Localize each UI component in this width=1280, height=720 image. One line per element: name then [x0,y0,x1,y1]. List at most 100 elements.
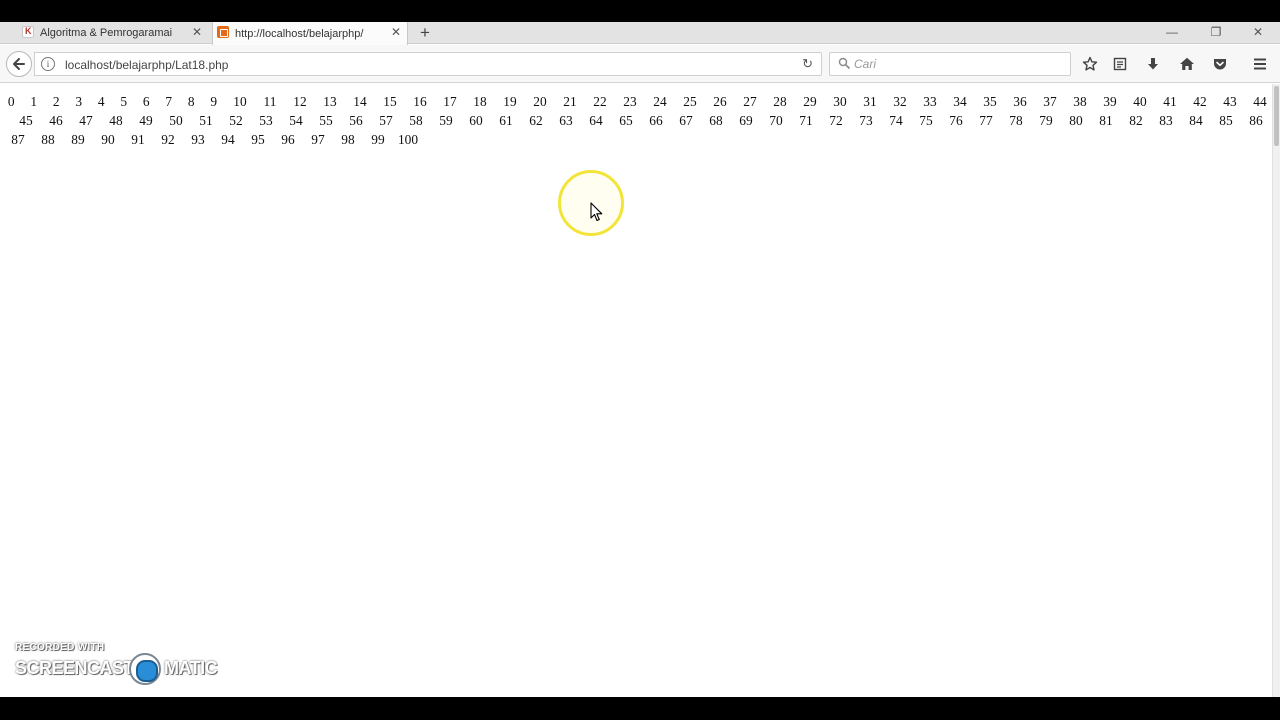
screencast-logo-icon [129,653,161,685]
number-item: 43 [1223,94,1237,109]
close-tab-icon[interactable]: ✕ [192,25,202,39]
number-item: 97 [311,132,325,147]
watermark-brand-left: SCREENCAST [15,658,135,678]
download-arrow-icon[interactable] [1143,55,1163,73]
hamburger-menu-icon[interactable] [1250,55,1270,73]
number-item: 63 [559,113,573,128]
number-item: 44 [1253,94,1267,109]
number-item: 60 [469,113,483,128]
number-item: 74 [889,113,903,128]
minimize-button[interactable]: — [1152,22,1192,42]
number-item: 4 [97,94,105,109]
number-item: 18 [473,94,487,109]
number-item: 33 [923,94,937,109]
number-item: 2 [52,94,60,109]
address-bar[interactable]: i localhost/belajarphp/Lat18.php ↻ [34,52,822,76]
number-item: 0 [7,94,15,109]
screencast-o-matic-watermark: RECORDED WITH SCREENCAST MATIC [15,642,225,686]
vertical-scrollbar[interactable] [1272,84,1280,697]
home-icon[interactable] [1177,55,1197,73]
number-item: 92 [161,132,175,147]
navigation-toolbar: i localhost/belajarphp/Lat18.php ↻ [0,45,1280,83]
number-item: 99 [371,132,385,147]
number-item: 30 [833,94,847,109]
number-item: 89 [71,132,85,147]
number-item: 95 [251,132,265,147]
tab-title: Algoritma & Pemrogaramai [40,27,173,39]
number-item: 67 [679,113,693,128]
number-item: 17 [443,94,457,109]
mouse-pointer-icon [590,202,603,222]
number-item: 80 [1069,113,1083,128]
number-item: 7 [165,94,173,109]
number-item: 69 [739,113,753,128]
number-item: 58 [409,113,423,128]
number-item: 37 [1043,94,1057,109]
number-item: 3 [75,94,83,109]
number-item: 53 [259,113,273,128]
number-item: 70 [769,113,783,128]
number-item: 8 [187,94,195,109]
number-item: 68 [709,113,723,128]
pocket-icon[interactable] [1210,55,1230,73]
number-item: 29 [803,94,817,109]
bookmarks-list-icon[interactable] [1110,55,1130,73]
number-item: 66 [649,113,663,128]
number-item: 31 [863,94,877,109]
search-input[interactable] [854,55,1064,73]
number-item: 82 [1129,113,1143,128]
number-item: 93 [191,132,205,147]
browser-window: Algoritma & Pemrogaramai ✕ http://localh… [0,22,1280,697]
url-text[interactable]: localhost/belajarphp/Lat18.php [65,58,228,72]
number-item: 64 [589,113,603,128]
number-item: 19 [503,94,517,109]
number-item: 15 [383,94,397,109]
number-item: 88 [41,132,55,147]
watermark-brand-right: MATIC [164,658,218,678]
number-item: 38 [1073,94,1087,109]
number-item: 34 [953,94,967,109]
number-item: 55 [319,113,333,128]
number-item: 11 [263,94,277,109]
number-item: 79 [1039,113,1053,128]
xampp-icon [217,26,229,38]
number-item: 59 [439,113,453,128]
number-item: 91 [131,132,145,147]
number-item: 25 [683,94,697,109]
bookmark-star-icon[interactable] [1080,55,1100,73]
number-item: 94 [221,132,235,147]
number-item: 49 [139,113,153,128]
number-item: 26 [713,94,727,109]
close-window-button[interactable]: ✕ [1238,22,1278,42]
number-item: 6 [142,94,150,109]
site-info-icon[interactable]: i [41,57,55,71]
number-item: 23 [623,94,637,109]
number-item: 83 [1159,113,1173,128]
number-item: 78 [1009,113,1023,128]
number-item: 46 [49,113,63,128]
scrollbar-thumb[interactable] [1274,86,1279,146]
number-row: 45 46 47 48 49 50 51 52 53 54 55 56 57 58 59 60 61 62 63 64… [11,111,1271,130]
back-button[interactable] [6,51,32,77]
tab-strip: Algoritma & Pemrogaramai ✕ http://localh… [0,22,1280,45]
number-item: 1 [30,94,38,109]
number-item: 41 [1163,94,1177,109]
number-item: 51 [199,113,213,128]
number-item: 5 [120,94,128,109]
number-item: 27 [743,94,757,109]
number-item: 22 [593,94,607,109]
number-item: 72 [829,113,843,128]
search-bar[interactable] [829,52,1071,76]
new-tab-button[interactable]: + [416,23,434,43]
number-item: 56 [349,113,363,128]
number-item: 50 [169,113,183,128]
tab-localhost-active[interactable]: http://localhost/belajarphp/ ✕ [212,22,408,45]
number-item: 90 [101,132,115,147]
close-tab-icon[interactable]: ✕ [391,25,401,39]
restore-button[interactable]: ❐ [1196,22,1236,42]
number-item: 87 [11,132,25,147]
reload-icon[interactable]: ↻ [802,56,813,72]
search-icon [838,57,850,69]
tab-algoritma[interactable]: Algoritma & Pemrogaramai ✕ [18,22,208,44]
tab-title: http://localhost/belajarphp/ [235,27,364,40]
